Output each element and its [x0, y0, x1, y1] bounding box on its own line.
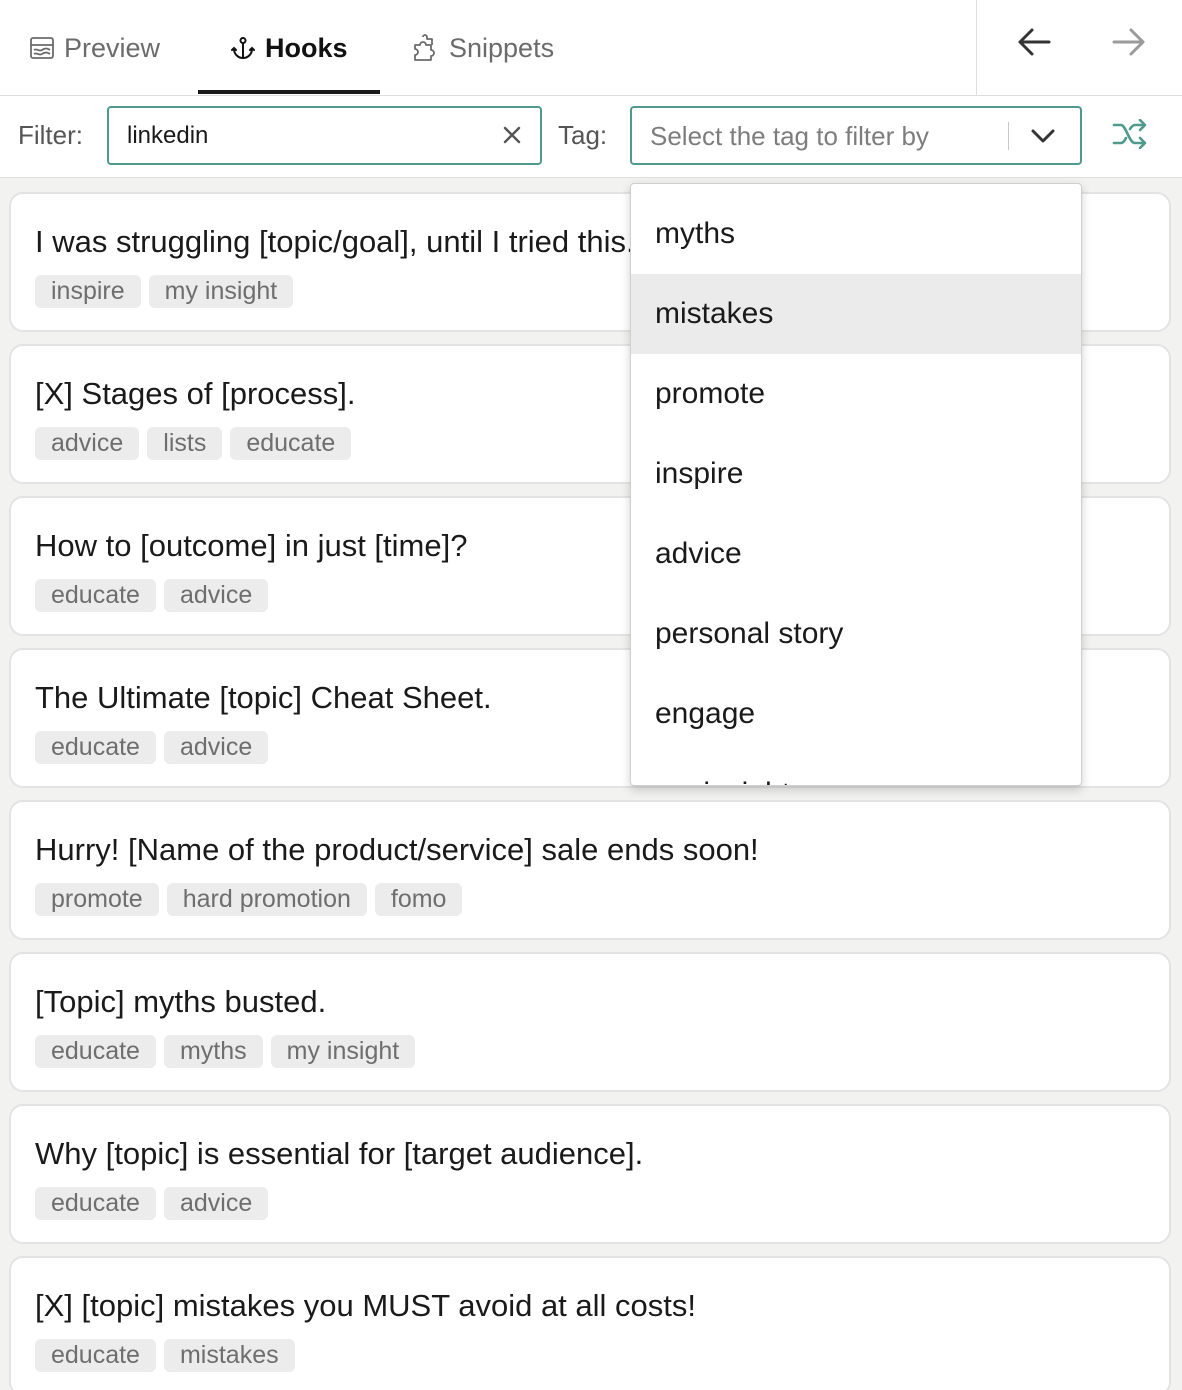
hook-card[interactable]: Why [topic] is essential for [target aud…	[9, 1104, 1171, 1244]
tag-chip[interactable]: advice	[163, 1187, 269, 1220]
filter-input[interactable]	[127, 108, 487, 163]
filter-bar: Filter: Tag: Select the tag to filter by	[0, 96, 1182, 178]
tag-chip[interactable]: educate	[35, 1339, 156, 1372]
tab-label: Hooks	[265, 32, 348, 63]
tag-chip[interactable]: my insight	[270, 1035, 416, 1068]
arrow-left-icon	[1016, 27, 1052, 62]
tag-chip[interactable]: lists	[147, 427, 223, 460]
hook-tags: educate mistakes	[35, 1339, 295, 1372]
hook-title: The Ultimate [topic] Cheat Sheet.	[35, 680, 492, 715]
tab-label: Preview	[64, 32, 161, 63]
top-tab-bar: Preview Hooks Snippets	[0, 0, 1182, 96]
shuffle-icon	[1112, 118, 1148, 154]
arrow-right-icon	[1111, 27, 1147, 62]
tag-option[interactable]: engage	[631, 674, 1081, 754]
tag-chip[interactable]: educate	[35, 1187, 156, 1220]
tag-chip[interactable]: advice	[163, 731, 269, 764]
tag-option[interactable]: personal story	[631, 594, 1081, 674]
shuffle-button[interactable]	[1110, 118, 1150, 154]
puzzle-icon	[411, 34, 439, 62]
tag-chip[interactable]: hard promotion	[166, 883, 367, 916]
active-tab-indicator	[198, 90, 380, 94]
tab-hooks[interactable]: Hooks	[231, 0, 348, 96]
anchor-icon	[231, 36, 255, 60]
tag-option[interactable]: mistakes	[631, 274, 1081, 354]
hook-card[interactable]: [Topic] myths busted. educate myths my insi…	[9, 952, 1171, 1092]
hook-title: [Topic] myths busted.	[35, 984, 327, 1019]
close-icon[interactable]	[500, 123, 524, 147]
select-separator	[1008, 122, 1009, 150]
hook-tags: inspire my insight	[35, 275, 294, 308]
tag-chip[interactable]: inspire	[35, 275, 141, 308]
tag-select-placeholder: Select the tag to filter by	[650, 121, 929, 151]
hook-card[interactable]: [X] [topic] mistakes you MUST avoid at a…	[9, 1256, 1171, 1390]
tag-chip[interactable]: advice	[35, 427, 140, 460]
hook-tags: educate advice	[35, 579, 269, 612]
tag-chip[interactable]: myths	[163, 1035, 263, 1068]
tag-chip[interactable]: mistakes	[163, 1339, 295, 1372]
tab-label: Snippets	[449, 32, 555, 63]
filter-label: Filter:	[18, 120, 83, 150]
tab-snippets[interactable]: Snippets	[411, 0, 554, 96]
tag-chip[interactable]: educate	[35, 579, 156, 612]
filter-field	[107, 106, 542, 165]
hook-tags: promote hard promotion fomo	[35, 883, 463, 916]
tag-chip[interactable]: educate	[35, 731, 156, 764]
chevron-down-icon[interactable]	[1030, 124, 1056, 148]
tag-chip[interactable]: fomo	[374, 883, 463, 916]
tag-option[interactable]: my insight	[631, 754, 1081, 785]
preview-icon	[30, 37, 54, 59]
tag-select[interactable]: Select the tag to filter by	[630, 106, 1082, 165]
nav-divider	[976, 0, 977, 95]
hook-title: Why [topic] is essential for [target aud…	[35, 1136, 644, 1171]
forward-button[interactable]	[1103, 22, 1155, 66]
tag-dropdown-menu: myths mistakes promote inspire advice persona…	[630, 183, 1082, 786]
tag-chip[interactable]: promote	[35, 883, 159, 916]
tag-label: Tag:	[558, 120, 608, 150]
tag-option[interactable]: myths	[631, 194, 1081, 274]
hook-tags: educate advice	[35, 1187, 269, 1220]
tag-chip[interactable]: educate	[35, 1035, 156, 1068]
hook-tags: educate myths my insight	[35, 1035, 416, 1068]
hook-tags: educate advice	[35, 731, 269, 764]
back-button[interactable]	[1008, 22, 1060, 66]
hook-card[interactable]: Hurry! [Name of the product/service] sal…	[9, 800, 1171, 940]
tag-chip[interactable]: my insight	[148, 275, 294, 308]
tag-option[interactable]: promote	[631, 354, 1081, 434]
hook-title: [X] [topic] mistakes you MUST avoid at a…	[35, 1288, 697, 1323]
hook-title: [X] Stages of [process].	[35, 376, 356, 411]
tag-chip[interactable]: advice	[163, 579, 269, 612]
tag-option[interactable]: inspire	[631, 434, 1081, 514]
hook-tags: advice lists educate	[35, 427, 352, 460]
tag-option[interactable]: advice	[631, 514, 1081, 594]
hook-title: I was struggling [topic/goal], until I t…	[35, 224, 635, 259]
tag-chip[interactable]: educate	[230, 427, 352, 460]
hook-title: Hurry! [Name of the product/service] sal…	[35, 832, 759, 867]
tab-preview[interactable]: Preview	[30, 0, 160, 96]
hook-title: How to [outcome] in just [time]?	[35, 528, 468, 563]
